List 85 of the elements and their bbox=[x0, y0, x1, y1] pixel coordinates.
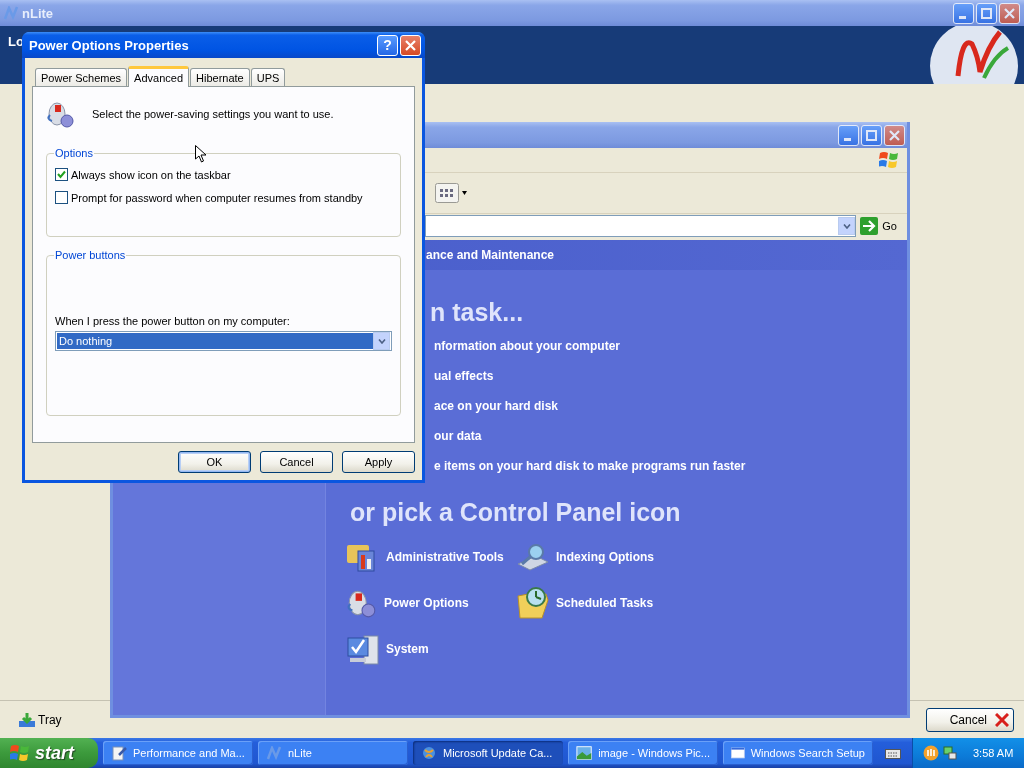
task-link[interactable]: ace on your hard disk bbox=[430, 398, 907, 428]
checkmark-icon bbox=[57, 170, 66, 179]
folder-clock-icon bbox=[516, 586, 550, 620]
task-link[interactable]: our data bbox=[430, 428, 907, 458]
window-icon bbox=[731, 746, 745, 760]
chevron-down-icon bbox=[377, 338, 386, 344]
maximize-icon bbox=[866, 129, 877, 141]
taskbar-button[interactable]: Performance and Ma... bbox=[103, 741, 253, 765]
task-link[interactable]: e items on your hard disk to make programs run faster bbox=[430, 458, 907, 488]
caret-icon bbox=[462, 191, 467, 195]
dropdown-button[interactable] bbox=[838, 217, 856, 235]
views-button[interactable] bbox=[435, 183, 467, 203]
taskbar-button[interactable]: image - Windows Pic... bbox=[568, 741, 718, 765]
tab[interactable]: UPS bbox=[250, 68, 286, 86]
group-legend: Power buttons bbox=[54, 249, 127, 261]
computer-check-icon bbox=[346, 632, 380, 666]
checkbox[interactable] bbox=[55, 191, 68, 204]
clock: 3:58 AM bbox=[973, 747, 1014, 759]
tab[interactable]: Advanced bbox=[128, 66, 190, 87]
close-button[interactable] bbox=[884, 124, 905, 146]
pen-paper-icon bbox=[111, 745, 127, 761]
taskbar-button[interactable]: nLite bbox=[258, 741, 408, 765]
task-link[interactable]: nformation about your computer bbox=[430, 338, 907, 368]
go-button[interactable]: Go bbox=[860, 217, 901, 235]
maximize-button[interactable] bbox=[861, 124, 882, 146]
tab[interactable]: Power Schemes bbox=[35, 68, 128, 86]
taskbar-button[interactable]: Microsoft Update Ca... bbox=[413, 741, 563, 765]
icon-heading: or pick a Control Panel icon bbox=[350, 498, 682, 527]
window-title: nLite bbox=[22, 5, 55, 21]
start-button[interactable]: start bbox=[0, 738, 98, 768]
minimize-button[interactable] bbox=[838, 124, 859, 146]
tray-button[interactable]: Tray bbox=[18, 711, 62, 728]
power-button-select[interactable]: Do nothing bbox=[55, 331, 392, 351]
cursor-icon bbox=[195, 145, 207, 163]
tab[interactable]: Hibernate bbox=[190, 68, 250, 86]
tray-download-icon bbox=[18, 711, 36, 728]
arrow-right-icon bbox=[860, 217, 879, 235]
dialog-title: Power Options Properties bbox=[29, 37, 190, 53]
group-legend: Options bbox=[54, 147, 94, 159]
task-link[interactable]: ual effects bbox=[430, 368, 907, 398]
picture-icon bbox=[576, 745, 593, 761]
power-options-icon bbox=[46, 99, 76, 129]
minimize-icon bbox=[843, 138, 851, 141]
control-panel-link[interactable]: System bbox=[346, 633, 516, 665]
close-icon bbox=[889, 129, 900, 141]
taskbar-button[interactable]: Windows Search Setup bbox=[723, 741, 873, 765]
nlite-icon bbox=[3, 6, 19, 20]
minimize-icon bbox=[958, 16, 966, 19]
close-icon bbox=[405, 39, 416, 51]
checkbox-label: Always show icon on the taskbar bbox=[71, 168, 231, 181]
minimize-button[interactable] bbox=[953, 2, 974, 24]
task-heading: n task... bbox=[430, 298, 525, 328]
control-panel-link[interactable]: Scheduled Tasks bbox=[516, 587, 686, 619]
tray-app-icon[interactable] bbox=[923, 745, 939, 761]
dialog-button[interactable]: OK bbox=[178, 451, 251, 473]
close-icon bbox=[1004, 7, 1015, 19]
network-icon[interactable] bbox=[943, 745, 957, 761]
maximize-icon bbox=[981, 7, 992, 19]
views-grid-icon bbox=[435, 183, 459, 203]
checkbox[interactable] bbox=[55, 168, 68, 181]
control-panel-link[interactable]: Administrative Tools bbox=[346, 541, 516, 573]
nlite-icon bbox=[266, 746, 282, 760]
logo-icon bbox=[928, 26, 1020, 84]
control-panel-link[interactable]: Indexing Options bbox=[516, 541, 686, 573]
cancel-button[interactable]: Cancel bbox=[926, 707, 1014, 732]
close-icon bbox=[995, 712, 1009, 727]
windows-flag-icon bbox=[879, 151, 899, 169]
globe-icon bbox=[421, 745, 437, 761]
checkbox-label: Prompt for password when computer resumes from standby bbox=[71, 191, 363, 204]
windows-flag-icon bbox=[10, 744, 30, 762]
dialog-button[interactable]: Apply bbox=[342, 451, 415, 473]
chevron-down-icon bbox=[842, 223, 851, 229]
field-label: When I press the power button on my computer: bbox=[55, 315, 291, 327]
maximize-button[interactable] bbox=[976, 2, 997, 24]
address-field[interactable] bbox=[425, 215, 857, 237]
close-button[interactable] bbox=[999, 2, 1020, 24]
dropdown-button[interactable] bbox=[373, 332, 390, 350]
dialog-button[interactable]: Cancel bbox=[260, 451, 333, 473]
magnifier-drive-icon bbox=[516, 542, 550, 572]
keyboard-icon[interactable] bbox=[884, 747, 901, 759]
control-panel-link[interactable]: Power Options bbox=[346, 587, 516, 619]
category-title: ance and Maintenance bbox=[426, 248, 555, 262]
close-button[interactable] bbox=[400, 34, 421, 56]
help-button[interactable]: ? bbox=[377, 34, 398, 56]
intro-text: Select the power-saving settings you want to use. bbox=[92, 108, 334, 120]
